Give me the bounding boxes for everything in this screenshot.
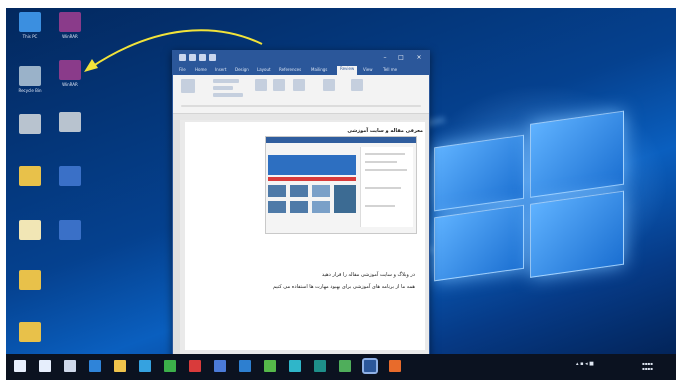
- shortcut-3-icon: [19, 114, 41, 134]
- track-changes-icon[interactable]: [273, 79, 285, 91]
- ribbon: [173, 75, 429, 114]
- tab-file[interactable]: File: [179, 67, 186, 72]
- desktop-icon-word-doc-1[interactable]: [50, 166, 90, 188]
- this-pc-icon: [19, 12, 41, 32]
- desktop-icon-word-doc-2[interactable]: [50, 220, 90, 242]
- desktop-icon-folder-1[interactable]: [10, 166, 50, 188]
- undo-icon[interactable]: [189, 54, 196, 61]
- document-paragraph: در وبلاگ و سایت آموزشی مقاله را قرار دهی…: [321, 272, 415, 278]
- app-cyan-icon[interactable]: [289, 360, 301, 372]
- app-red-icon[interactable]: [189, 360, 201, 372]
- word-icon[interactable]: [362, 358, 378, 374]
- tab-review[interactable]: Review: [337, 66, 358, 75]
- explorer-icon[interactable]: [114, 360, 126, 372]
- desktop-icon-shortcut-3[interactable]: [10, 114, 50, 136]
- save-icon[interactable]: [179, 54, 186, 61]
- document-page[interactable]: معرفی مقاله و سایت آموزشی در وبلاگ و سای…: [185, 122, 425, 350]
- mail-icon[interactable]: [239, 360, 251, 372]
- spelling-icon[interactable]: [181, 79, 195, 93]
- tab-layout[interactable]: Layout: [257, 67, 271, 72]
- desktop-icon-document-1[interactable]: [10, 220, 50, 242]
- document-paragraph: همه ما از برنامه های آموزشی برای بهبود م…: [272, 284, 415, 290]
- task-view-icon[interactable]: [64, 360, 76, 372]
- word-doc-1-icon: [59, 166, 81, 186]
- desktop-icon-recycle-bin[interactable]: Recycle Bin: [10, 66, 50, 93]
- ribbon-divider: [181, 105, 421, 107]
- folder-1-icon: [19, 166, 41, 186]
- desktop-icon-folder-2[interactable]: [10, 322, 50, 344]
- ribbon-tabs: File Home Insert Design Layout Reference…: [173, 65, 429, 75]
- app-orange-icon[interactable]: [389, 360, 401, 372]
- word-title-bar[interactable]: – □ ×: [173, 51, 429, 65]
- vertical-ruler: [173, 120, 180, 355]
- start-icon[interactable]: [14, 360, 26, 372]
- ribbon-command[interactable]: [213, 93, 243, 97]
- accept-icon[interactable]: [293, 79, 305, 91]
- store-icon[interactable]: [139, 360, 151, 372]
- tab-tell-me[interactable]: Tell me: [383, 67, 397, 72]
- protect-icon[interactable]: [351, 79, 363, 91]
- ribbon-command[interactable]: [213, 79, 239, 83]
- tab-home[interactable]: Home: [195, 67, 207, 72]
- word-window[interactable]: – □ × File Home Insert Design Layout Ref…: [172, 50, 430, 368]
- tab-view[interactable]: View: [363, 67, 373, 72]
- tab-references[interactable]: References: [279, 67, 301, 72]
- search-icon[interactable]: [39, 360, 51, 372]
- compare-icon[interactable]: [323, 79, 335, 91]
- tab-design[interactable]: Design: [235, 67, 249, 72]
- taskbar: ▴ ▪ ◂ ■ ▪▪▪▪ ▪▪▪▪: [6, 354, 676, 380]
- tab-insert[interactable]: Insert: [215, 67, 226, 72]
- minimize-button[interactable]: –: [377, 53, 393, 62]
- app-blue-icon[interactable]: [214, 360, 226, 372]
- maximize-button[interactable]: □: [393, 53, 409, 62]
- ribbon-command[interactable]: [213, 86, 233, 90]
- edge-icon[interactable]: [89, 360, 101, 372]
- folder-2-icon: [19, 322, 41, 342]
- redo-icon[interactable]: [199, 54, 206, 61]
- desktop-icon-shortcut-4[interactable]: [50, 112, 90, 134]
- word-doc-2-icon: [59, 220, 81, 240]
- desktop-icon-label: Recycle Bin: [18, 88, 42, 93]
- recycle-bin-icon: [19, 66, 41, 86]
- tray-icons[interactable]: ▴ ▪ ◂ ■: [576, 361, 594, 367]
- shortcut-4-icon: [59, 112, 81, 132]
- embedded-screenshot[interactable]: [265, 136, 417, 234]
- app-green-icon[interactable]: [264, 360, 276, 372]
- clock[interactable]: ▪▪▪▪ ▪▪▪▪: [642, 361, 653, 371]
- comment-icon[interactable]: [255, 79, 267, 91]
- desktop-icon-this-pc[interactable]: This PC: [10, 12, 50, 39]
- archive-1-icon: [19, 270, 41, 290]
- windows-logo-wallpaper: [434, 107, 624, 284]
- customize-icon[interactable]: [209, 54, 216, 61]
- app-teal-icon[interactable]: [314, 360, 326, 372]
- desktop: This PC WinRAR Recycle Bin WinRAR – □ × Fil…: [6, 8, 676, 380]
- chrome-icon[interactable]: [164, 360, 176, 372]
- app-green2-icon[interactable]: [339, 360, 351, 372]
- close-button[interactable]: ×: [411, 53, 427, 62]
- desktop-icon-label: This PC: [22, 34, 38, 39]
- tab-mailings[interactable]: Mailings: [311, 67, 327, 72]
- desktop-icon-archive-1[interactable]: [10, 270, 50, 292]
- document-area[interactable]: معرفی مقاله و سایت آموزشی در وبلاگ و سای…: [173, 120, 429, 355]
- document-heading: معرفی مقاله و سایت آموزشی: [347, 128, 423, 134]
- document-1-icon: [19, 220, 41, 240]
